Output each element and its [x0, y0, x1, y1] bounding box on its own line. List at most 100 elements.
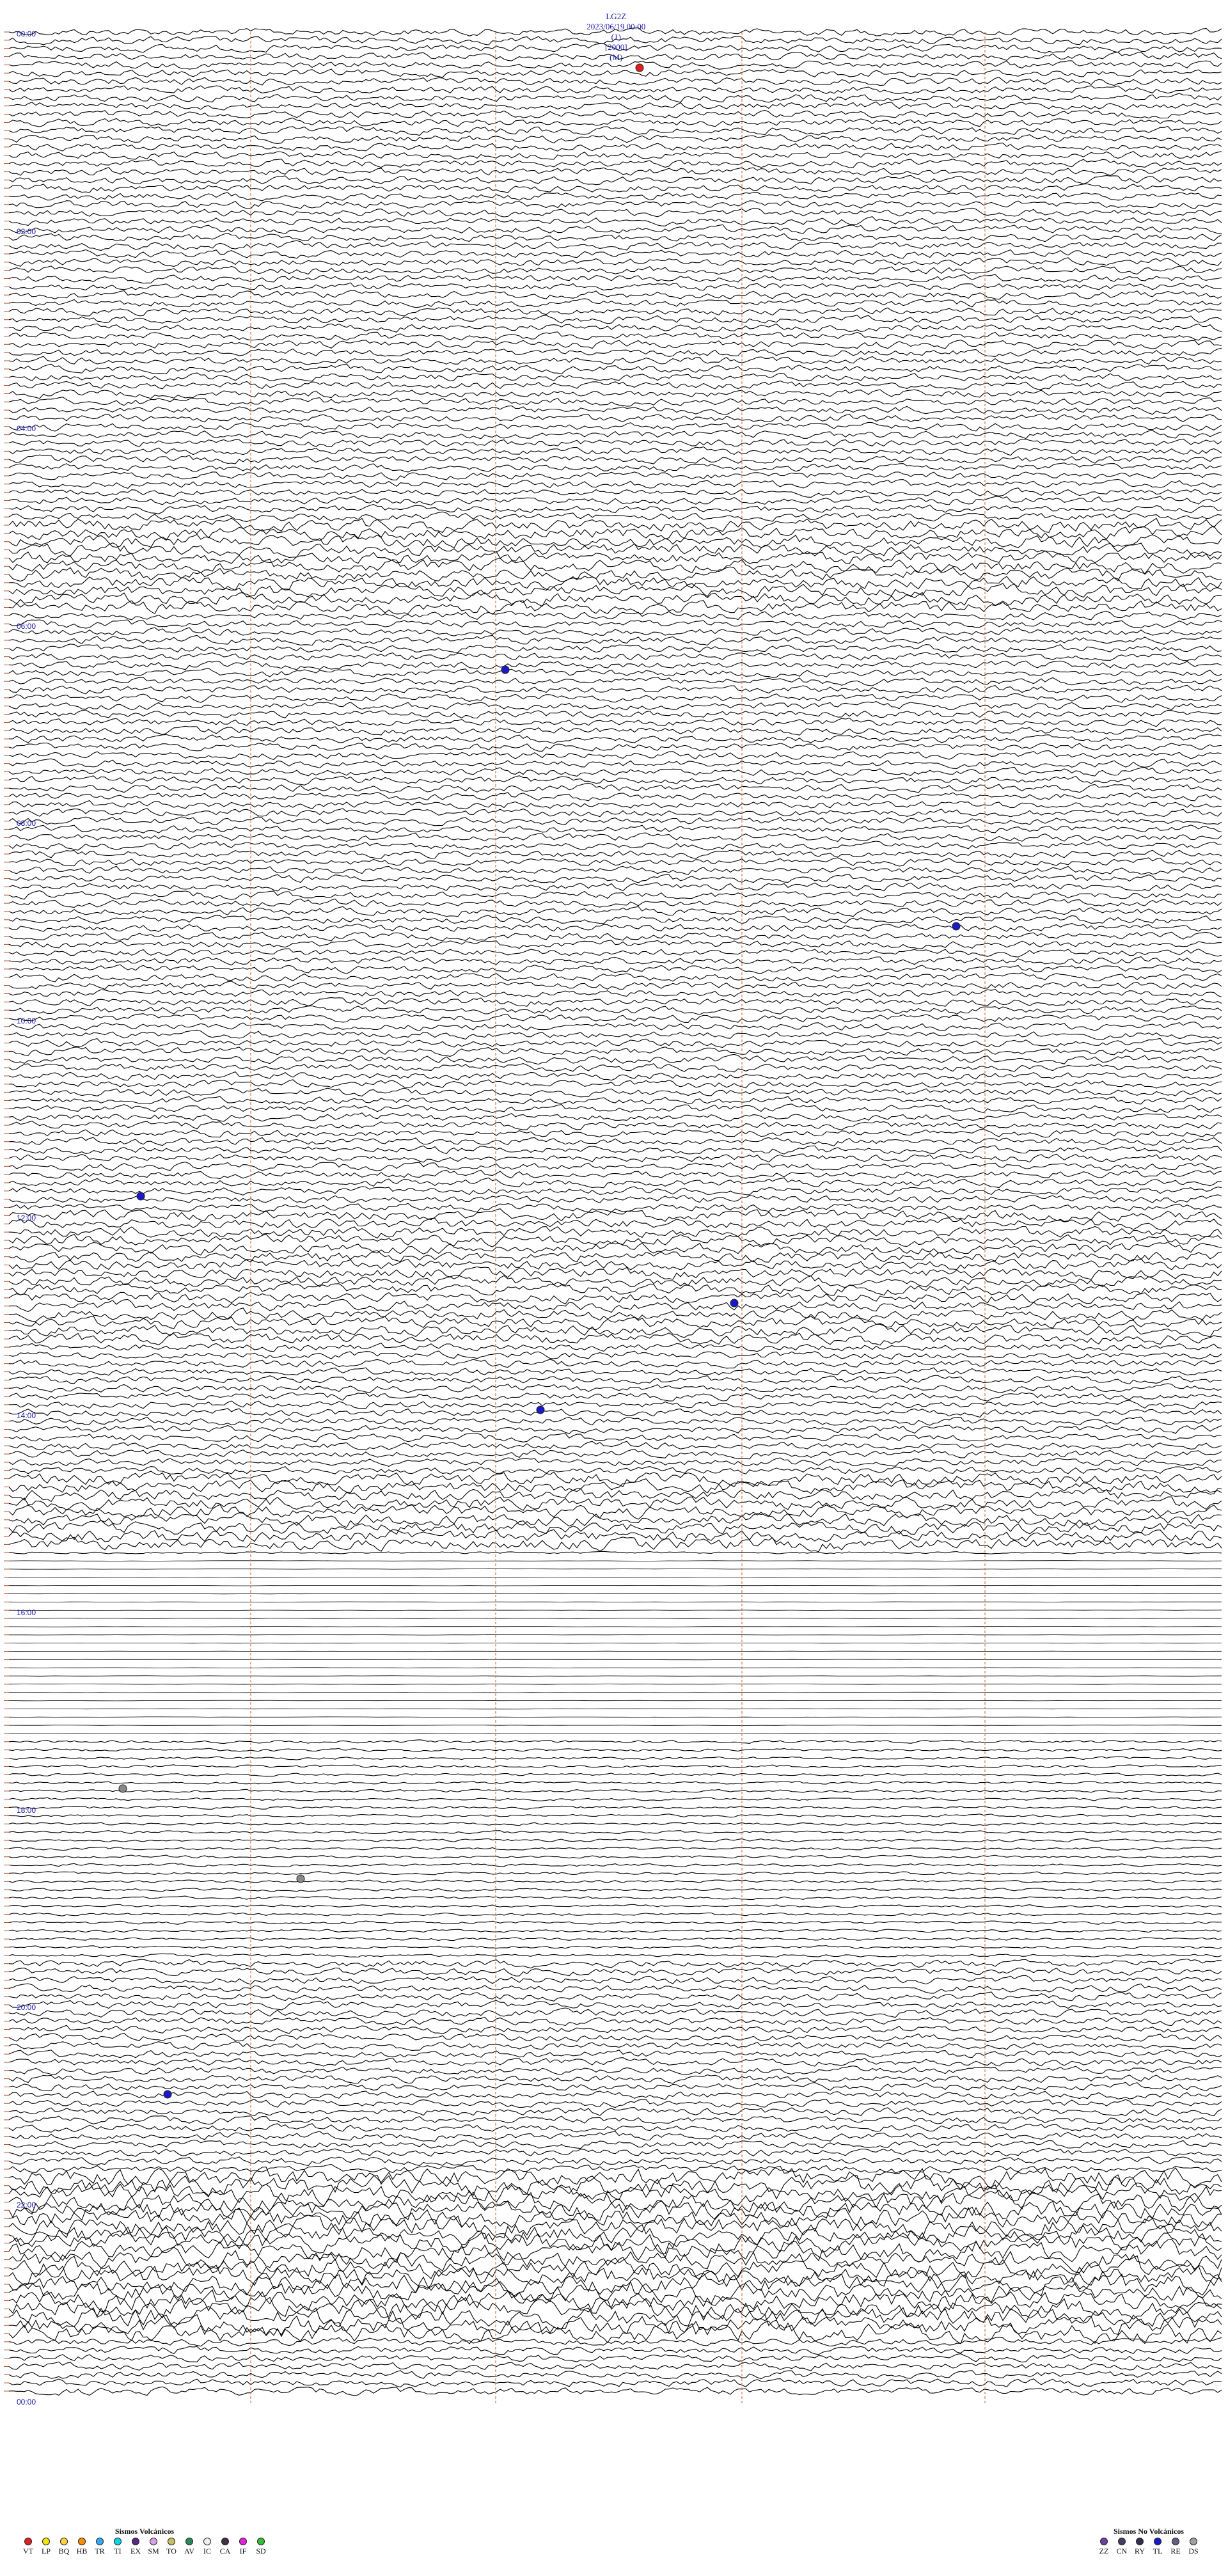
- trace-line: [8, 151, 1222, 160]
- trace-line: [8, 1725, 1222, 1726]
- trace-line: [8, 890, 1222, 900]
- trace-line: [8, 2057, 1222, 2067]
- trace-line: [8, 742, 1222, 752]
- legend-dot-icon: [150, 2538, 157, 2545]
- legend-nonvolcanic-title: Sismos No Volcánicos: [1113, 2527, 1185, 2536]
- trace-line: [8, 1391, 1222, 1402]
- event-marker-icon[interactable]: [730, 1299, 739, 1308]
- legend-nonvolcanic-items: ZZ CN RY TL RE DS: [1095, 2538, 1202, 2556]
- event-marker-icon[interactable]: [536, 1405, 545, 1414]
- event-marker-icon[interactable]: [952, 922, 961, 931]
- trace-line: [8, 2066, 1222, 2076]
- trace-line: [8, 372, 1222, 382]
- trace-line: [8, 2182, 1222, 2207]
- header-scale: [2000]: [604, 42, 627, 52]
- legend-dot-icon: [60, 2538, 68, 2545]
- legend-code: TR: [95, 2547, 105, 2556]
- trace-line: [8, 207, 1222, 217]
- event-marker-icon[interactable]: [501, 665, 510, 674]
- trace-line: [8, 2247, 1222, 2273]
- trace-line: [8, 2082, 1222, 2092]
- legend-item-ex: EX: [127, 2538, 145, 2556]
- trace-line: [8, 2174, 1222, 2198]
- trace-line: [8, 101, 1222, 111]
- trace-line: [8, 1153, 1222, 1163]
- trace-line: [8, 644, 1222, 653]
- trace-line: [8, 1650, 1222, 1652]
- trace-line: [8, 1967, 1222, 1977]
- trace-line: [9, 1128, 1222, 1138]
- legend-dot-icon: [42, 2538, 50, 2545]
- legend-dot-icon: [114, 2538, 122, 2545]
- trace-line: [8, 2074, 1222, 2084]
- event-marker-icon[interactable]: [118, 1784, 127, 1793]
- trace-line: [8, 323, 1222, 333]
- trace-line: [8, 2346, 1222, 2355]
- trace-line: [8, 1739, 1222, 1744]
- trace-line: [8, 233, 1222, 242]
- trace-line: [8, 1457, 1222, 1467]
- trace-line: [8, 1700, 1222, 1702]
- trace-line: [8, 1838, 1222, 1843]
- trace-line: [8, 1593, 1222, 1595]
- trace-line: [8, 825, 1222, 834]
- event-marker-icon[interactable]: [635, 63, 644, 72]
- event-marker-icon[interactable]: [163, 2090, 172, 2099]
- event-marker-icon[interactable]: [136, 1192, 145, 1201]
- trace-line: [8, 2115, 1222, 2125]
- hour-label: 06:00: [17, 621, 36, 631]
- trace-line: [8, 964, 1222, 974]
- event-marker-icon[interactable]: [296, 1874, 305, 1883]
- legend-dot-icon: [257, 2538, 265, 2545]
- trace-line: [8, 800, 1222, 810]
- trace-line: [8, 1958, 1222, 1969]
- legend-dot-icon: [239, 2538, 247, 2545]
- trace-line: [8, 2206, 1222, 2228]
- trace-line: [8, 841, 1222, 851]
- trace-line: [8, 1822, 1222, 1826]
- trace-line: [8, 684, 1222, 695]
- trace-line: [8, 2156, 1222, 2167]
- trace-line: [8, 511, 1222, 523]
- trace-line: [8, 2139, 1222, 2149]
- trace-line: [8, 2386, 1222, 2396]
- trace-line: [9, 1675, 1222, 1677]
- trace-line: [8, 1496, 1222, 1512]
- trace-line: [8, 1029, 1222, 1041]
- hour-label: 00:00: [17, 29, 36, 38]
- legend-code: TO: [166, 2547, 177, 2556]
- trace-line: [8, 422, 1222, 432]
- trace-line: [8, 191, 1222, 201]
- trace-line: [8, 1194, 1222, 1204]
- trace-line: [8, 2353, 1222, 2363]
- trace-line: [8, 1618, 1222, 1619]
- legend-code: CA: [219, 2547, 231, 2556]
- hour-label: 16:00: [17, 1608, 36, 1617]
- trace-line: [8, 478, 1222, 489]
- trace-line: [8, 1022, 1222, 1032]
- hour-label: 02:00: [17, 226, 36, 236]
- trace-line: [8, 2270, 1222, 2297]
- trace-line: [8, 1120, 1222, 1130]
- trace-line: [8, 2378, 1222, 2388]
- trace-line: [8, 1203, 1222, 1213]
- legend-dot-icon: [24, 2538, 32, 2545]
- legend-dot-icon: [1154, 2538, 1161, 2545]
- legend-dot-icon: [1118, 2538, 1126, 2545]
- trace-line: [8, 93, 1222, 103]
- seismic-traces: [4, 27, 1222, 2396]
- trace-line: [8, 2107, 1222, 2117]
- trace-line: [8, 397, 1222, 407]
- trace-line: [8, 627, 1222, 636]
- trace-line: [8, 849, 1222, 859]
- trace-line: [8, 1342, 1222, 1352]
- legend-item-hb: HB: [73, 2538, 91, 2556]
- legend-item-sd: SD: [252, 2538, 270, 2556]
- legend-code: DS: [1188, 2547, 1199, 2556]
- trace-line: [8, 389, 1222, 399]
- trace-line: [8, 1433, 1222, 1442]
- trace-line: [8, 1953, 1222, 1958]
- trace-line: [8, 438, 1222, 447]
- trace-line: [8, 1975, 1222, 1985]
- trace-line: [8, 1904, 1222, 1908]
